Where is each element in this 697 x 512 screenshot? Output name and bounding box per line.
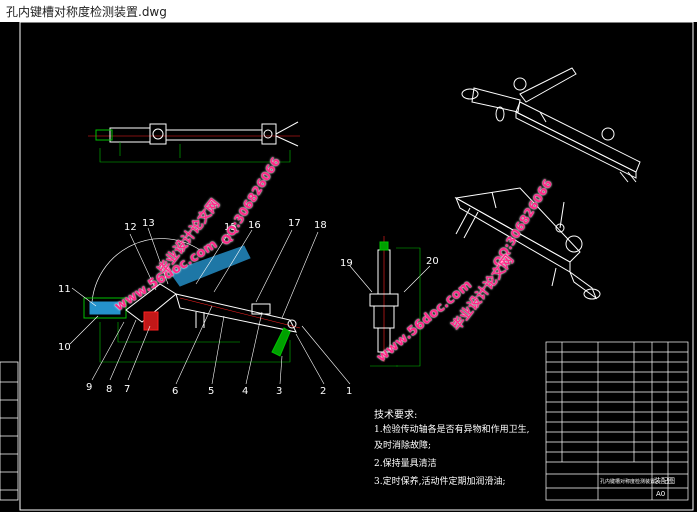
- part-number-2: 2: [320, 386, 327, 397]
- part-number-8: 8: [106, 384, 113, 395]
- part-number-13: 13: [142, 218, 155, 229]
- tech-req-line-2: 2.保持量具清洁: [374, 459, 437, 469]
- tech-req-line-1: 1.检验传动轴各是否有异物和作用卫生,: [374, 425, 530, 435]
- title-block-label: 装配图: [654, 477, 675, 485]
- left-revision-strip: [0, 361, 19, 501]
- title-block-sheet-size: A0: [656, 490, 666, 498]
- top-side-view: [88, 121, 300, 163]
- part-number-17: 17: [288, 218, 301, 229]
- part-number-18: 18: [314, 220, 327, 231]
- part-number-16: 16: [248, 220, 261, 231]
- title-block-drawing-name: 孔内键槽对称度检测装置: [600, 479, 656, 485]
- part-number-3: 3: [276, 386, 283, 397]
- part-number-9: 9: [86, 382, 93, 393]
- tech-req-line-1b: 及时消除故障;: [374, 441, 432, 451]
- part-number-7: 7: [124, 384, 131, 395]
- tech-req-line-3: 3.定时保养,活动件定期加润滑油;: [374, 477, 506, 487]
- part-number-19: 19: [340, 258, 353, 269]
- part-number-11: 11: [58, 284, 71, 295]
- cad-drawing-canvas[interactable]: 1 2 3 4 5 6 7 8 9 10 11 12 13 15 16 17 1…: [0, 22, 697, 512]
- window-title: 孔内键槽对称度检测装置.dwg: [6, 5, 167, 19]
- tech-req-heading: 技术要求:: [374, 410, 418, 421]
- part-number-20: 20: [426, 256, 439, 267]
- part-number-5: 5: [208, 386, 215, 397]
- part-number-4: 4: [242, 386, 249, 397]
- isometric-view-top: [461, 67, 641, 183]
- part-number-12: 12: [124, 222, 137, 233]
- part-number-1: 1: [346, 386, 353, 397]
- window-titlebar: 孔内键槽对称度检测装置.dwg: [0, 0, 697, 23]
- part-number-10: 10: [58, 342, 71, 353]
- part-number-6: 6: [172, 386, 179, 397]
